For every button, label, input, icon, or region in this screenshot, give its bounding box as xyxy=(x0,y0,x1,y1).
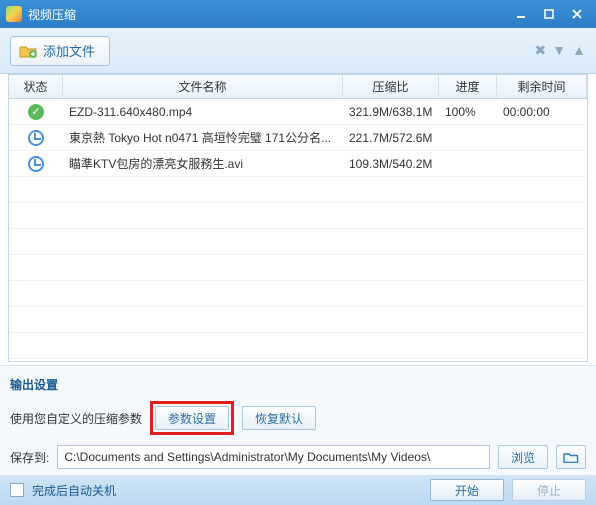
open-folder-button[interactable] xyxy=(556,445,586,469)
restore-default-button[interactable]: 恢复默认 xyxy=(242,406,316,430)
table-row xyxy=(9,281,587,307)
table-row[interactable]: ✓ EZD-311.640x480.mp4321.9M/638.1M100%00:… xyxy=(9,99,587,125)
file-table: 状态 文件名称 压缩比 进度 剩余时间 ✓ EZD-311.640x480.mp4… xyxy=(8,74,588,362)
save-path-input[interactable] xyxy=(57,445,490,469)
minimize-button[interactable] xyxy=(508,5,534,23)
toolbar: 添加文件 ✖ ▼ ▲ xyxy=(0,28,596,74)
table-body: ✓ EZD-311.640x480.mp4321.9M/638.1M100%00:… xyxy=(9,99,587,362)
table-row xyxy=(9,307,587,333)
table-row xyxy=(9,177,587,203)
cell-filename: 瞄準KTV包房的漂亮女服務生.avi xyxy=(63,155,343,172)
cell-ratio: 221.7M/572.6M xyxy=(343,131,439,145)
output-section-title: 输出设置 xyxy=(10,376,586,393)
table-row[interactable]: 瞄準KTV包房的漂亮女服務生.avi109.3M/540.2M xyxy=(9,151,587,177)
output-settings: 输出设置 使用您自定义的压缩参数 参数设置 恢复默认 保存到: 浏览 xyxy=(0,365,596,475)
cell-filename: EZD-311.640x480.mp4 xyxy=(63,105,343,119)
table-row[interactable]: 東京熱 Tokyo Hot n0471 高垣怜完璧 171公分名...221.7… xyxy=(9,125,587,151)
cell-remain: 00:00:00 xyxy=(497,105,587,119)
cell-status xyxy=(9,130,63,146)
cell-status xyxy=(9,156,63,172)
cell-ratio: 321.9M/638.1M xyxy=(343,105,439,119)
shutdown-checkbox[interactable] xyxy=(10,483,24,497)
app-icon xyxy=(6,6,22,22)
table-header: 状态 文件名称 压缩比 进度 剩余时间 xyxy=(9,75,587,99)
table-row xyxy=(9,203,587,229)
table-row xyxy=(9,255,587,281)
save-to-label: 保存到: xyxy=(10,449,49,466)
window-title: 视频压缩 xyxy=(28,6,506,23)
add-file-button[interactable]: 添加文件 xyxy=(10,36,110,66)
col-header-status[interactable]: 状态 xyxy=(9,75,63,98)
clock-icon xyxy=(28,156,44,172)
open-folder-icon xyxy=(563,451,579,463)
move-up-icon[interactable]: ▲ xyxy=(572,42,586,59)
browse-button[interactable]: 浏览 xyxy=(498,445,548,469)
start-button[interactable]: 开始 xyxy=(430,479,504,501)
col-header-ratio[interactable]: 压缩比 xyxy=(343,75,439,98)
shutdown-label: 完成后自动关机 xyxy=(32,482,422,499)
stop-button[interactable]: 停止 xyxy=(512,479,586,501)
maximize-button[interactable] xyxy=(536,5,562,23)
table-row xyxy=(9,333,587,359)
move-down-icon[interactable]: ▼ xyxy=(552,42,566,59)
titlebar: 视频压缩 xyxy=(0,0,596,28)
bottom-bar: 完成后自动关机 开始 停止 xyxy=(0,475,596,505)
close-button[interactable] xyxy=(564,5,590,23)
col-header-remain[interactable]: 剩余时间 xyxy=(497,75,587,98)
cell-progress: 100% xyxy=(439,105,497,119)
custom-param-label: 使用您自定义的压缩参数 xyxy=(10,410,142,427)
col-header-progress[interactable]: 进度 xyxy=(439,75,497,98)
sort-controls: ✖ ▼ ▲ xyxy=(535,42,586,59)
col-header-name[interactable]: 文件名称 xyxy=(63,75,343,98)
highlight-annotation: 参数设置 xyxy=(150,401,234,435)
add-file-label: 添加文件 xyxy=(43,41,95,60)
cell-status: ✓ xyxy=(9,104,63,120)
cell-filename: 東京熱 Tokyo Hot n0471 高垣怜完璧 171公分名... xyxy=(63,129,343,146)
folder-add-icon xyxy=(19,44,37,58)
param-settings-button[interactable]: 参数设置 xyxy=(155,406,229,430)
cell-ratio: 109.3M/540.2M xyxy=(343,157,439,171)
table-row xyxy=(9,229,587,255)
check-icon: ✓ xyxy=(28,104,44,120)
clock-icon xyxy=(28,130,44,146)
remove-icon[interactable]: ✖ xyxy=(535,42,547,59)
